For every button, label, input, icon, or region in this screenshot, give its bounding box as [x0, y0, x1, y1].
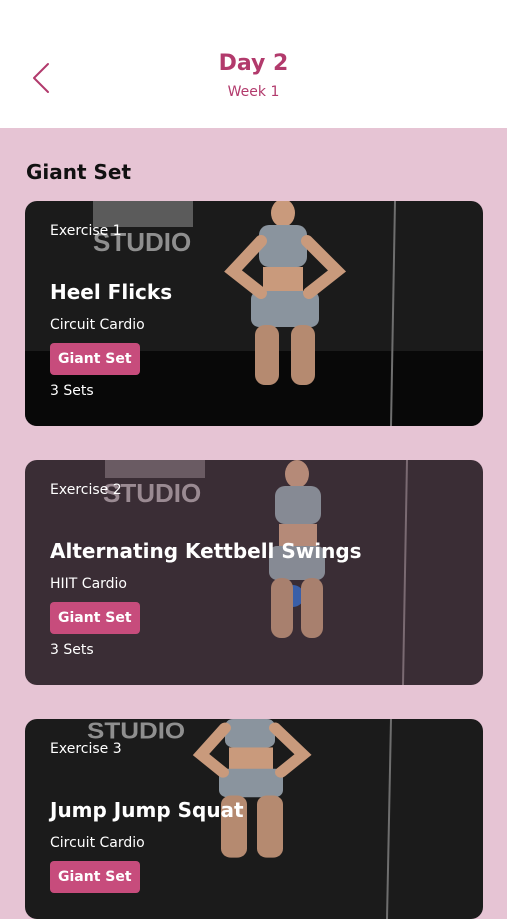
- page-title: Day 2: [218, 51, 289, 76]
- exercise-type: Circuit Cardio: [50, 317, 145, 333]
- page-subtitle: Week 1: [227, 84, 280, 100]
- exercise-number: Exercise 3: [50, 741, 122, 757]
- exercise-card[interactable]: STUDIO Exercise 3 Jump Jump Squat Circui…: [25, 719, 483, 919]
- giant-set-badge: Giant Set: [50, 343, 140, 375]
- exercise-type: HIIT Cardio: [50, 576, 127, 592]
- header-bar: Day 2 Week 1: [0, 0, 507, 128]
- exercise-sets: 3 Sets: [50, 383, 94, 399]
- exercise-number: Exercise 2: [50, 482, 122, 498]
- exercise-card[interactable]: STUDIO Exercise 1 Heel Flicks Circuit Ca…: [25, 201, 483, 426]
- section-title: Giant Set: [26, 160, 132, 184]
- giant-set-badge: Giant Set: [50, 602, 140, 634]
- exercise-name: Jump Jump Squat: [50, 798, 244, 822]
- exercise-name: Heel Flicks: [50, 280, 173, 304]
- exercise-number: Exercise 1: [50, 223, 122, 239]
- exercise-name: Alternating Kettbell Swings: [50, 539, 362, 563]
- exercise-sets: 3 Sets: [50, 642, 94, 658]
- giant-set-badge: Giant Set: [50, 861, 140, 893]
- exercise-card[interactable]: STUDIO Exercise 2 Alternating Kettbell S…: [25, 460, 483, 685]
- exercise-type: Circuit Cardio: [50, 835, 145, 851]
